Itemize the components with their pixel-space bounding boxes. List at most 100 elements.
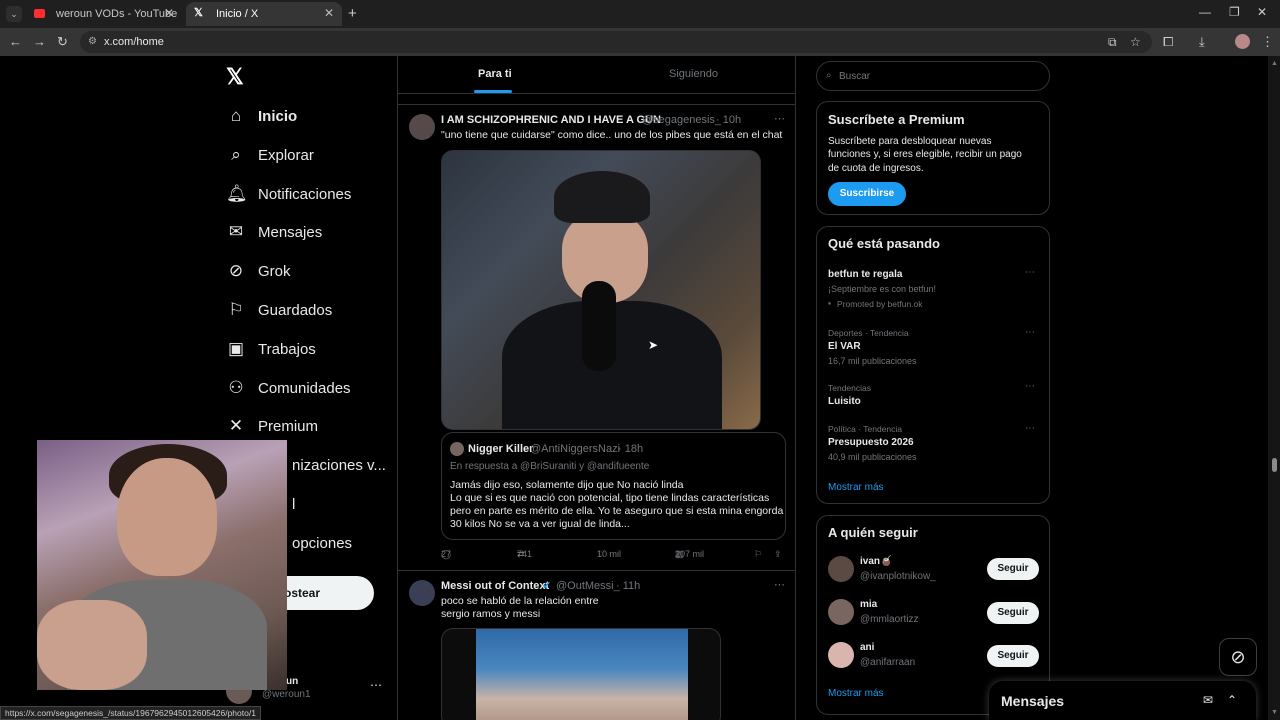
quoted-tweet[interactable]: Nigger Killer @AntiNiggersNazi · 18h En … [441,432,786,540]
tweet-author-handle[interactable]: @segagenesis_ [642,114,721,126]
grok-floating-button[interactable]: ⊘ [1219,638,1257,676]
media-photo [476,629,688,720]
youtube-favicon-icon [34,9,45,18]
browser-menu-icon[interactable]: ⋮ [1261,34,1274,50]
grok-icon: ⊘ [228,261,244,280]
browser-tabstrip: ⌄ weroun VODs - YouTube ✕ 𝕏 Inicio / X ✕… [0,0,1280,28]
tab-para-ti[interactable]: Para ti [478,68,512,80]
address-bar[interactable]: ⚙ x.com/home ⧉ ☆ [80,31,1152,53]
bookmark-button-icon[interactable]: ⚐ [754,549,762,560]
trend-more-icon[interactable]: ⋯ [1025,423,1035,434]
scrollbar-thumb[interactable] [1272,458,1277,472]
tab-siguiendo[interactable]: Siguiendo [669,68,718,80]
new-message-icon[interactable]: ✉ [1203,693,1213,707]
tweet-more-icon[interactable]: ⋯ [774,112,785,125]
trend-category: Política · Tendencia [828,424,903,434]
trend-more-icon[interactable]: ⋯ [1025,327,1035,338]
tweet-media-image[interactable] [441,150,761,430]
sidebar-item-premium[interactable]: ✕ Premium [226,411,318,441]
quote-time: · 18h [618,443,644,455]
site-info-icon[interactable]: ⚙ [88,36,97,47]
install-app-icon[interactable]: ⧉ [1108,35,1117,50]
tweet-author-name[interactable]: Messi out of Context [441,580,549,592]
sidebar-item-guardados[interactable]: ⚐ Guardados [226,295,332,325]
expand-chevron-icon[interactable]: ⌃ [1227,693,1237,707]
sidebar-item-trabajos[interactable]: ▣ Trabajos [226,334,316,364]
premium-text-line: Suscríbete para desbloquear nuevas [828,136,992,147]
tweet-time[interactable]: · 11h [616,580,640,592]
views-count: 207 mil [675,549,705,559]
tweet-author-name[interactable]: I AM SCHIZOPHRENIC AND I HAVE A GUN [441,114,661,126]
account-name[interactable]: un [286,676,298,687]
follow-avatar[interactable] [828,642,854,668]
tab-close-icon[interactable]: ✕ [164,6,174,20]
forward-icon[interactable]: → [33,34,46,49]
reply-count: 27 [441,549,452,559]
quote-avatar [450,442,464,456]
messages-drawer[interactable]: Mensajes ✉ ⌃ [989,681,1256,720]
follow-handle: @ivanplotnikow_ [860,571,936,582]
sidebar-item-comunidades[interactable]: ⚇ Comunidades [226,373,350,403]
home-icon: ⌂ [230,106,242,125]
window-close-icon[interactable]: ✕ [1257,5,1267,19]
downloads-icon[interactable]: ⤓ [1199,34,1205,50]
follow-avatar[interactable] [828,556,854,582]
restore-icon[interactable]: ❐ [1229,5,1240,19]
extensions-icon[interactable]: ⧠ [1163,34,1173,50]
follow-name[interactable]: ani [860,642,874,653]
sidebar-item-inicio[interactable]: ⌂ Inicio [226,101,297,131]
x-logo-icon[interactable]: 𝕏 [226,64,244,90]
sidebar-item-label: Guardados [258,301,333,319]
tweet-media-image[interactable] [441,628,721,720]
trend-more-icon[interactable]: ⋯ [1025,381,1035,392]
new-tab-icon[interactable]: + [348,5,357,22]
tab-search-menu-icon[interactable]: ⌄ [6,6,22,22]
follow-button[interactable]: Seguir [987,558,1039,580]
share-icon[interactable]: ⇪ [774,549,782,560]
sidebar-item-mensajes[interactable]: ✉ Mensajes [226,217,322,247]
browser-tab-x[interactable]: 𝕏 Inicio / X ✕ [186,2,342,26]
reload-icon[interactable]: ↻ [57,34,68,50]
sidebar-item-grok[interactable]: ⊘ Grok [226,256,291,286]
subscribe-button[interactable]: Suscribirse [828,182,906,206]
scroll-down-icon[interactable]: ▼ [1271,709,1278,716]
bookmark-star-icon[interactable]: ☆ [1130,35,1141,49]
quote-text-line: Jamás dijo eso, solamente dijo que No na… [450,479,684,491]
follow-button[interactable]: Seguir [987,602,1039,624]
account-more-icon[interactable]: ⋯ [370,678,382,692]
account-handle[interactable]: @weroun1 [262,689,311,700]
follow-name[interactable]: ivan🧉 [860,556,892,567]
tweet-author-handle[interactable]: @OutMessi_ [556,580,620,592]
sidebar-item-explorar[interactable]: ⌕ Explorar [226,140,314,170]
profile-avatar[interactable] [1235,34,1250,49]
trend-name[interactable]: Luisito [828,396,861,407]
follow-title: A quién seguir [828,525,918,540]
browser-tab-youtube[interactable]: weroun VODs - YouTube ✕ [26,2,182,26]
back-icon[interactable]: ← [9,34,22,49]
quote-text-line: 30 kilos No se va a ver igual de linda..… [450,518,630,530]
messages-title: Mensajes [1001,693,1065,709]
minimize-icon[interactable]: — [1199,5,1211,19]
trend-name[interactable]: betfun te regala [828,269,902,280]
tweet-time[interactable]: · 10h [716,114,741,126]
trend-more-icon[interactable]: ⋯ [1025,267,1035,278]
tweet-more-icon[interactable]: ⋯ [774,578,785,591]
tweet-actions: ◯ 27 ⇄ 741 ♡ 10 mil ▥ 207 mil ⚐ ⇪ [441,549,786,563]
search-input[interactable]: ⌕ Buscar [816,61,1050,91]
trends-show-more-link[interactable]: Mostrar más [828,482,884,493]
trend-name[interactable]: El VAR [828,341,861,352]
search-icon: ⌕ [231,145,241,164]
page-scrollbar[interactable]: ▲ ▼ [1268,56,1280,720]
follow-avatar[interactable] [828,599,854,625]
browser-toolbar: ← → ↻ ⚙ x.com/home ⧉ ☆ ⧠ ⤓ ⋮ [0,28,1280,56]
follow-name[interactable]: mia [860,599,877,610]
sidebar-item-notificaciones[interactable]: 🔔︎ Notificaciones [226,179,351,209]
trend-name[interactable]: Presupuesto 2026 [828,437,914,448]
tweet-avatar[interactable] [409,580,435,606]
follow-show-more-link[interactable]: Mostrar más [828,688,884,699]
follow-button[interactable]: Seguir [987,645,1039,667]
tweet-avatar[interactable] [409,114,435,140]
tab-close-icon[interactable]: ✕ [324,6,334,20]
trends-title: Qué está pasando [828,236,940,251]
scroll-up-icon[interactable]: ▲ [1271,60,1278,67]
